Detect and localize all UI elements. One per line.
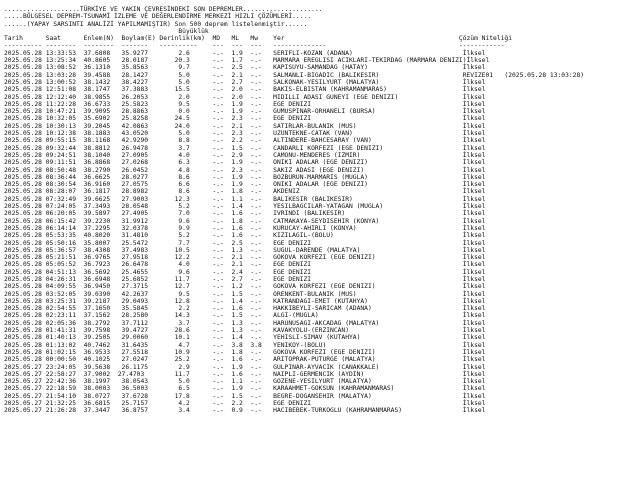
earthquake-row: 2025.05.28 07:32:49 39.6625 27.9003 12.3… — [4, 195, 486, 203]
earthquake-row: 2025.05.28 09:11:51 36.8868 27.0268 6.3 … — [4, 159, 486, 167]
earthquake-row: 2025.05.28 13:33:53 37.6808 35.9277 2.6 … — [4, 49, 486, 57]
earthquake-row: 2025.05.28 06:20:05 39.5897 27.4905 7.0 … — [4, 210, 486, 218]
header-note: ......(YAPAY SARSINTI ANALİZİ YAPILMAMIŞ… — [4, 20, 308, 28]
earthquake-row: 2025.05.28 13:08:52 36.1310 35.8563 9.7 … — [4, 64, 486, 72]
earthquake-row: 2025.05.27 21:26:28 37.3447 36.8757 3.4 … — [4, 407, 486, 415]
earthquake-row: 2025.05.28 04:51:13 36.5692 25.4655 9.6 … — [4, 268, 486, 276]
column-headers: Tarih Saat Enlem(N) Boylam(E) Derinlik(k… — [4, 35, 513, 43]
earthquake-row: 2025.05.28 04:09:55 36.9450 27.3715 12.7… — [4, 283, 486, 291]
earthquake-row: 2025.05.28 01:13:02 40.7462 31.6435 4.7 … — [4, 341, 486, 349]
earthquake-row: 2025.05.28 05:50:16 35.8007 25.5472 7.7 … — [4, 239, 486, 247]
column-separator: ---------- -------- -------- ------- ---… — [4, 42, 505, 50]
earthquake-row: 2025.05.28 09:55:15 38.1168 42.9290 8.8 … — [4, 137, 486, 145]
earthquake-list-document: ....................TÜRKİYE VE YAKIN ÇEV… — [0, 0, 640, 491]
earthquake-row: 2025.05.28 05:05:52 36.7923 26.6478 4.0 … — [4, 261, 486, 269]
earthquake-row: 2025.05.28 05:36:57 38.4308 37.4983 10.5… — [4, 246, 486, 254]
earthquake-row: 2025.05.27 23:24:05 39.5638 26.1175 2.9 … — [4, 363, 486, 371]
earthquake-row: 2025.05.28 05:53:35 40.8020 31.4810 5.2 … — [4, 232, 486, 240]
earthquake-row: 2025.05.28 12:51:08 38.1747 37.3883 15.5… — [4, 86, 486, 94]
earthquake-row: 2025.05.28 08:50:48 38.2790 26.0452 4.8 … — [4, 166, 486, 174]
earthquake-row: 2025.05.28 03:52:05 39.0390 42.2637 9.5 … — [4, 290, 486, 298]
header-center-title: .....BÖLGESEL DEPREM-TSUNAMİ İZLEME VE D… — [4, 13, 312, 21]
earthquake-row: 2025.05.28 01:40:13 39.2505 29.0060 10.1… — [4, 334, 486, 342]
earthquake-row: 2025.05.28 02:05:36 38.2792 37.7112 3.7 … — [4, 319, 486, 327]
earthquake-row: 2025.05.28 08:28:07 36.1817 28.8982 8.6 … — [4, 188, 486, 196]
earthquake-row: 2025.05.28 02:23:11 37.1562 28.2580 14.3… — [4, 312, 486, 320]
earthquake-row: 2025.05.27 21:54:10 38.0727 37.6728 17.8… — [4, 392, 486, 400]
earthquake-row: 2025.05.28 10:30:13 39.2045 42.0863 24.0… — [4, 122, 486, 130]
earthquake-row: 2025.05.28 13:03:28 39.4588 28.1427 5.0 … — [4, 71, 585, 79]
earthquake-rows: 2025.05.28 13:33:53 37.6808 35.9277 2.6 … — [4, 50, 640, 415]
earthquake-row: 2025.05.28 06:15:42 39.2230 31.9912 9.6 … — [4, 217, 486, 225]
earthquake-row: 2025.05.27 22:18:59 38.0003 36.5003 6.5 … — [4, 385, 486, 393]
earthquake-row: 2025.05.28 12:12:40 38.9855 26.2053 2.0 … — [4, 93, 486, 101]
earthquake-row: 2025.05.28 10:32:05 35.6902 25.8258 24.5… — [4, 115, 486, 123]
earthquake-row: 2025.05.28 00:00:50 40.1025 27.0247 25.2… — [4, 356, 486, 364]
earthquake-row: 2025.05.28 09:32:44 38.8812 26.9478 3.7 … — [4, 144, 486, 152]
